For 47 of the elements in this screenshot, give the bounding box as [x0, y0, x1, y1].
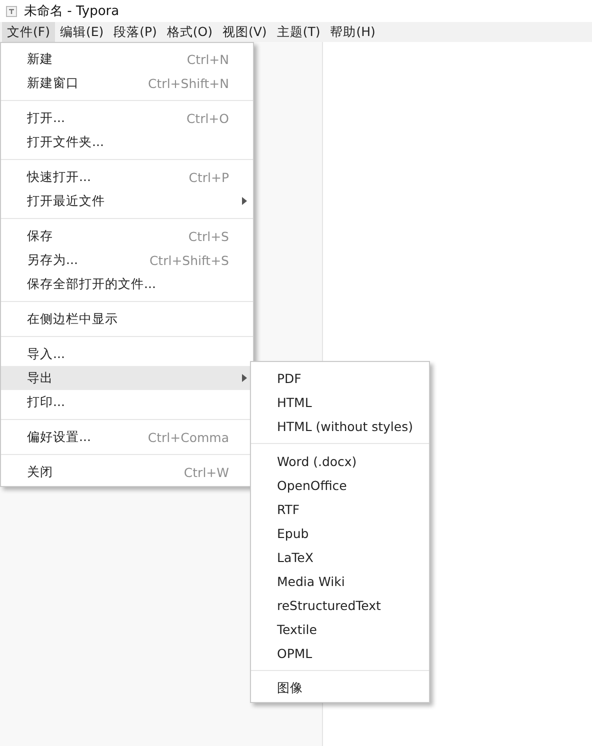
- menu-item[interactable]: Epub: [251, 521, 429, 545]
- menu-item[interactable]: 新建窗口 Ctrl+Shift+N: [1, 71, 253, 95]
- shortcut-label: Ctrl+N: [186, 52, 229, 66]
- menu-item[interactable]: 关闭 Ctrl+W: [1, 460, 253, 484]
- menu-item[interactable]: 打印...: [1, 390, 253, 414]
- shortcut-label: Ctrl+P: [188, 170, 229, 184]
- menu-bar-item[interactable]: 编辑(E): [54, 22, 109, 42]
- menu-bar-item[interactable]: 帮助(H): [325, 22, 380, 42]
- menu-item[interactable]: Media Wiki: [251, 569, 429, 593]
- shortcut-label: Ctrl+O: [186, 110, 229, 126]
- menu-item[interactable]: 打开文件夹...: [1, 130, 253, 154]
- menu-item[interactable]: 导出: [1, 366, 253, 390]
- app-icon: [6, 6, 17, 16]
- submenu-arrow-icon: [242, 197, 247, 205]
- shortcut-label: Ctrl+S: [188, 228, 229, 244]
- submenu-arrow-icon: [242, 374, 247, 382]
- menu-item[interactable]: 打开最近文件: [1, 189, 253, 213]
- menu-item[interactable]: 偏好设置... Ctrl+Comma: [1, 425, 253, 449]
- menu-item[interactable]: HTML (without styles): [251, 414, 429, 438]
- menu-item[interactable]: 快速打开... Ctrl+P: [1, 165, 253, 189]
- shortcut-label: Ctrl+Comma: [148, 430, 229, 444]
- shortcut-label: Ctrl+Shift+N: [148, 76, 229, 90]
- menu-item[interactable]: OPML: [251, 641, 429, 665]
- menu-item[interactable]: 保存全部打开的文件...: [1, 272, 253, 296]
- menu-item[interactable]: PDF: [251, 366, 429, 390]
- menu-item[interactable]: HTML: [251, 390, 429, 414]
- menu-item[interactable]: Word (.docx): [251, 449, 429, 473]
- menu-item[interactable]: reStructuredText: [251, 593, 429, 617]
- menu-bar-item[interactable]: 主题(T): [272, 22, 326, 42]
- menu-item[interactable]: OpenOffice: [251, 473, 429, 497]
- menu-item[interactable]: 在侧边栏中显示: [1, 307, 253, 331]
- menu-bar-item[interactable]: 段落(P): [108, 22, 162, 42]
- menu-item[interactable]: 新建 Ctrl+N: [1, 47, 253, 71]
- menu-item[interactable]: 另存为... Ctrl+Shift+S: [1, 248, 253, 272]
- menu-item[interactable]: 图像: [251, 676, 429, 700]
- menu-item[interactable]: LaTeX: [251, 545, 429, 569]
- menu-item[interactable]: RTF: [251, 497, 429, 521]
- shortcut-label: Ctrl+W: [184, 464, 229, 480]
- menu-bar-item[interactable]: 格式(O): [162, 22, 218, 42]
- shortcut-label: Ctrl+Shift+S: [149, 252, 229, 268]
- menu-bar-item[interactable]: 视图(V): [218, 22, 272, 42]
- menu-item[interactable]: 保存 Ctrl+S: [1, 224, 253, 248]
- window-title: 未命名 - Typora: [24, 3, 120, 20]
- menu-bar-item[interactable]: 文件(F): [2, 22, 55, 42]
- menu-item[interactable]: Textile: [251, 617, 429, 641]
- menu-item[interactable]: 导入...: [1, 342, 253, 366]
- menu-item[interactable]: 打开... Ctrl+O: [1, 106, 253, 130]
